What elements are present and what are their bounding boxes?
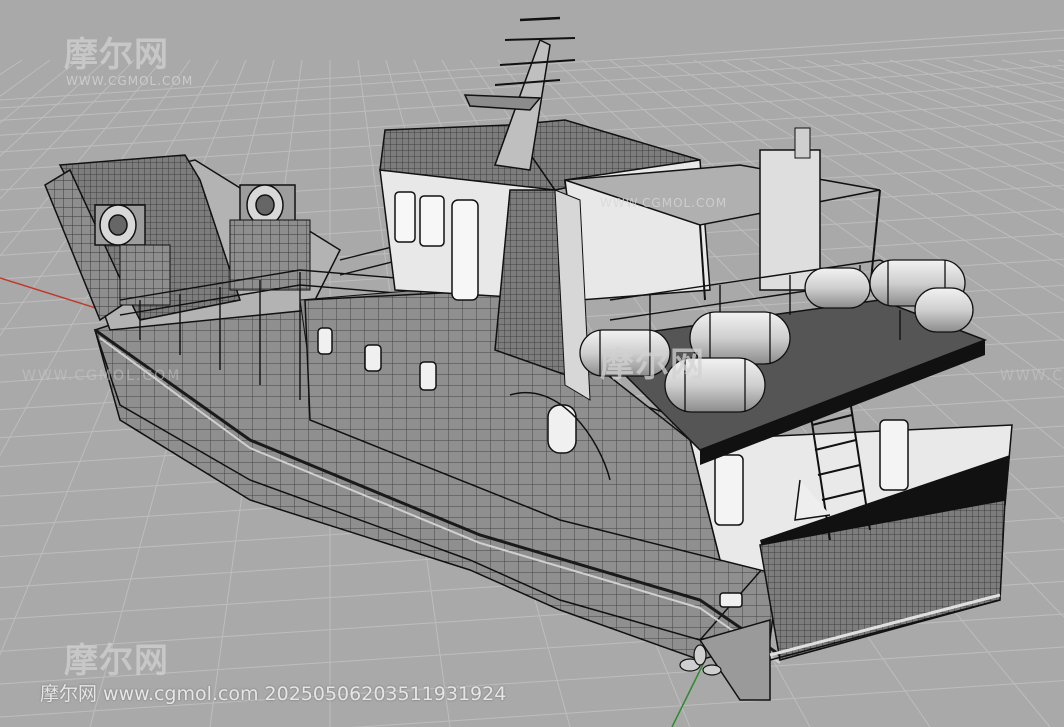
grid-line — [973, 59, 1064, 89]
watermark-logo-bottom: 摩尔网 — [64, 641, 169, 681]
watermark-sub-top: WWW.CGMOL.COM — [66, 74, 194, 88]
watermark-sub-right: WWW.CGMOL.COM — [1000, 368, 1064, 384]
liferaft-canister-icon — [804, 267, 871, 309]
watermark-logo-top: 摩尔网 — [64, 35, 169, 75]
viewport-perspective[interactable]: 摩尔网 WWW.CGMOL.COM WWW.CGMOL.COM WWW.CGMO… — [0, 0, 1064, 727]
liferaft-canister-icon — [914, 287, 974, 333]
grid-line — [1057, 59, 1064, 63]
scene-canvas[interactable] — [0, 0, 1064, 727]
grid-line — [0, 59, 51, 97]
watermark-sub-center: WWW.CGMOL.COM — [600, 196, 728, 210]
watermark-logo-center: 摩尔网 — [600, 345, 705, 385]
watermark-sub-left: WWW.CGMOL.COM — [22, 368, 182, 384]
grid-line — [945, 59, 1064, 100]
winch-icon — [94, 204, 146, 246]
watermark-footer: 摩尔网 www.cgmol.com 20250506203511931924 — [40, 683, 507, 705]
grid-line — [0, 59, 107, 157]
grid-line — [1001, 59, 1064, 80]
grid-line — [917, 59, 1064, 111]
liferaft-canister-icon — [689, 311, 791, 365]
grid-line — [1029, 59, 1064, 71]
